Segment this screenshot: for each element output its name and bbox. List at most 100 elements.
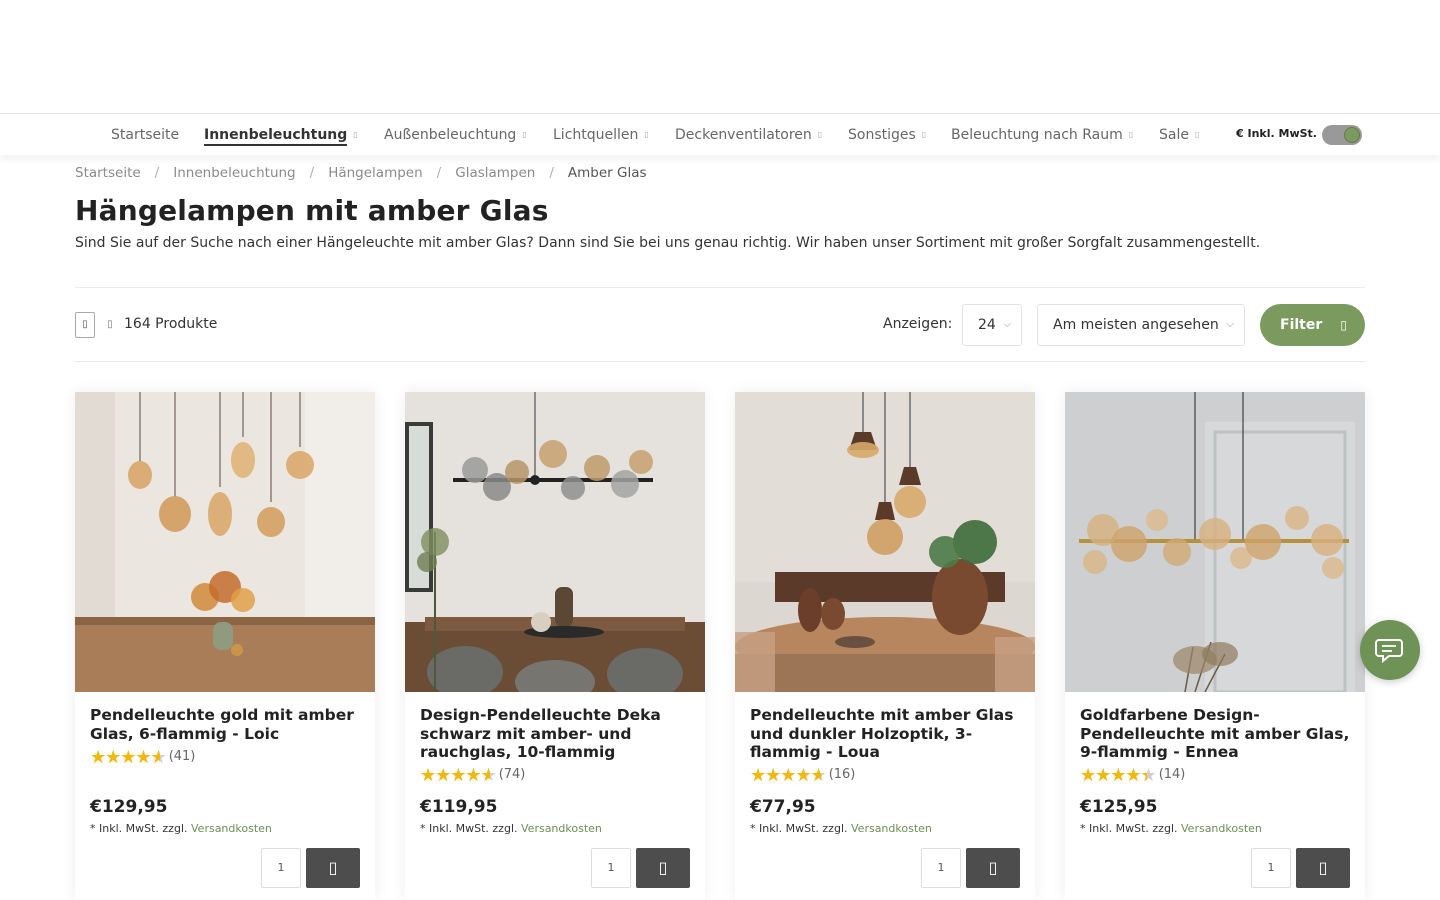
breadcrumb: Startseite / Innenbeleuchtung / Hängelampen /… (75, 165, 647, 181)
nav-item-label: Außenbeleuchtung (384, 127, 517, 143)
product-name[interactable]: Pendelleuchte mit amber Glas und dunkler… (750, 706, 1022, 762)
breadcrumb-link[interactable]: Innenbeleuchtung (173, 165, 295, 181)
product-name[interactable]: Design-Pendelleuchte Deka schwarz mit am… (420, 706, 692, 762)
nav-item-label: Sonstiges (848, 127, 916, 143)
per-page-label: Anzeigen: (883, 316, 953, 332)
per-page-select[interactable]: 24 ⌵ (962, 304, 1022, 346)
vat-switch-knob (1344, 127, 1360, 143)
breadcrumb-separator: / (154, 165, 160, 181)
sort-select[interactable]: Am meisten angesehen ⌵ (1037, 304, 1245, 346)
list-view-icon[interactable]: ▯ (103, 316, 117, 334)
filter-icon: ▯ (1340, 318, 1347, 332)
shipping-link[interactable]: Versandkosten (191, 822, 272, 835)
header-top-band (0, 0, 1440, 114)
nav-item-label: Startseite (111, 127, 180, 143)
product-image[interactable] (1065, 392, 1365, 692)
shipping-link[interactable]: Versandkosten (1181, 822, 1262, 835)
page-title: Hängelampen mit amber Glas (75, 194, 549, 227)
breadcrumb-separator: / (549, 165, 554, 181)
add-to-cart-button[interactable]: ▯ (306, 848, 360, 888)
shipping-link[interactable]: Versandkosten (521, 822, 602, 835)
chat-icon (1375, 639, 1403, 664)
nav-item-label: Lichtquellen (553, 127, 639, 143)
quantity-input[interactable]: 1 (591, 848, 631, 888)
cart-icon: ▯ (988, 858, 998, 877)
chevron-down-icon: ▯ (1128, 130, 1134, 139)
breadcrumb-link[interactable]: Glaslampen (455, 165, 535, 181)
product-image[interactable] (405, 392, 705, 692)
product-price: €77,95 (750, 797, 816, 817)
product-image[interactable] (735, 392, 1035, 692)
page-description: Sind Sie auf der Suche nach einer Hängel… (75, 235, 1261, 251)
grid-view-icon[interactable]: ▯ (75, 312, 95, 338)
cart-icon: ▯ (658, 858, 668, 877)
nav-item-innenbeleuchtung[interactable]: Innenbeleuchtung ▯ (204, 115, 358, 155)
star-rating-icon: ★★★★★★★★★★ (1080, 765, 1157, 786)
add-to-cart-button[interactable]: ▯ (636, 848, 690, 888)
tax-note-text: * Inkl. MwSt. zzgl. (1080, 822, 1178, 835)
product-price: €129,95 (90, 797, 168, 817)
quantity-input[interactable]: 1 (1251, 848, 1291, 888)
chevron-down-icon: ⌵ (1003, 319, 1011, 330)
cart-icon: ▯ (328, 858, 338, 877)
chevron-down-icon: ▯ (1194, 130, 1200, 139)
add-to-cart-button[interactable]: ▯ (1296, 848, 1350, 888)
filter-button[interactable]: Filter ▯ (1260, 304, 1365, 346)
tax-note-text: * Inkl. MwSt. zzgl. (90, 822, 188, 835)
breadcrumb-link[interactable]: Hängelampen (328, 165, 422, 181)
breadcrumb-link[interactable]: Startseite (75, 165, 141, 181)
product-card[interactable]: Pendelleuchte gold mit amber Glas, 6-fla… (75, 392, 375, 900)
chevron-down-icon: ▯ (644, 130, 649, 139)
product-rating: ★★★★★ ★★★★★ (16) (750, 765, 856, 786)
star-rating-icon: ★★★★★★★★★★ (90, 747, 167, 768)
star-rating-icon: ★★★★★★★★★★ (750, 765, 827, 786)
nav-item-label: Sale (1159, 127, 1189, 143)
nav-item-label: Innenbeleuchtung (204, 126, 348, 146)
nav-item-deckenventilatoren[interactable]: Deckenventilatoren ▯ (675, 115, 822, 155)
product-name[interactable]: Pendelleuchte gold mit amber Glas, 6-fla… (90, 706, 362, 743)
product-image[interactable] (75, 392, 375, 692)
tax-note: * Inkl. MwSt. zzgl. Versandkosten (750, 822, 932, 835)
product-card[interactable]: Design-Pendelleuchte Deka schwarz mit am… (405, 392, 705, 900)
review-count[interactable]: (74) (499, 766, 526, 784)
tax-note-text: * Inkl. MwSt. zzgl. (420, 822, 518, 835)
vat-switch[interactable] (1322, 125, 1362, 145)
tax-note-text: * Inkl. MwSt. zzgl. (750, 822, 848, 835)
product-card[interactable]: Goldfarbene Design-Pendelleuchte mit amb… (1065, 392, 1365, 900)
nav-item-startseite[interactable]: Startseite (111, 115, 179, 155)
nav-item-sale[interactable]: Sale ▯ (1159, 115, 1199, 155)
product-rating: ★★★★★ ★★★★★ (41) (90, 747, 196, 768)
nav-item-sonstiges[interactable]: Sonstiges ▯ (848, 115, 926, 155)
per-page-value: 24 (978, 317, 996, 333)
tax-note: * Inkl. MwSt. zzgl. Versandkosten (420, 822, 602, 835)
nav-item-label: Beleuchtung nach Raum (951, 127, 1123, 143)
nav-item-beleuchtung-nach-raum[interactable]: Beleuchtung nach Raum ▯ (951, 115, 1133, 155)
nav-item-aussenbeleuchtung[interactable]: Außenbeleuchtung ▯ (384, 115, 527, 155)
tax-note: * Inkl. MwSt. zzgl. Versandkosten (90, 822, 272, 835)
chevron-down-icon: ▯ (353, 130, 358, 139)
breadcrumb-separator: / (436, 165, 442, 181)
product-price: €119,95 (420, 797, 498, 817)
tax-note: * Inkl. MwSt. zzgl. Versandkosten (1080, 822, 1262, 835)
add-to-cart-button[interactable]: ▯ (966, 848, 1020, 888)
product-card[interactable]: Pendelleuchte mit amber Glas und dunkler… (735, 392, 1035, 900)
quantity-input[interactable]: 1 (261, 848, 301, 888)
chevron-down-icon: ▯ (921, 130, 927, 139)
product-name[interactable]: Goldfarbene Design-Pendelleuchte mit amb… (1080, 706, 1352, 762)
cart-icon: ▯ (1318, 858, 1328, 877)
shipping-link[interactable]: Versandkosten (851, 822, 932, 835)
review-count[interactable]: (14) (1159, 766, 1186, 784)
breadcrumb-current: Amber Glas (567, 165, 647, 181)
quantity-input[interactable]: 1 (921, 848, 961, 888)
sort-value: Am meisten angesehen (1053, 317, 1219, 333)
star-rating-icon: ★★★★★★★★★★ (420, 765, 497, 786)
product-count: 164 Produkte (124, 316, 218, 332)
review-count[interactable]: (41) (169, 748, 196, 766)
chevron-down-icon: ▯ (522, 130, 527, 139)
chevron-down-icon: ▯ (817, 130, 823, 139)
divider (75, 287, 1365, 288)
nav-item-lichtquellen[interactable]: Lichtquellen ▯ (553, 115, 649, 155)
filter-button-label: Filter (1280, 317, 1323, 333)
chat-button[interactable] (1360, 620, 1420, 680)
review-count[interactable]: (16) (829, 766, 856, 784)
